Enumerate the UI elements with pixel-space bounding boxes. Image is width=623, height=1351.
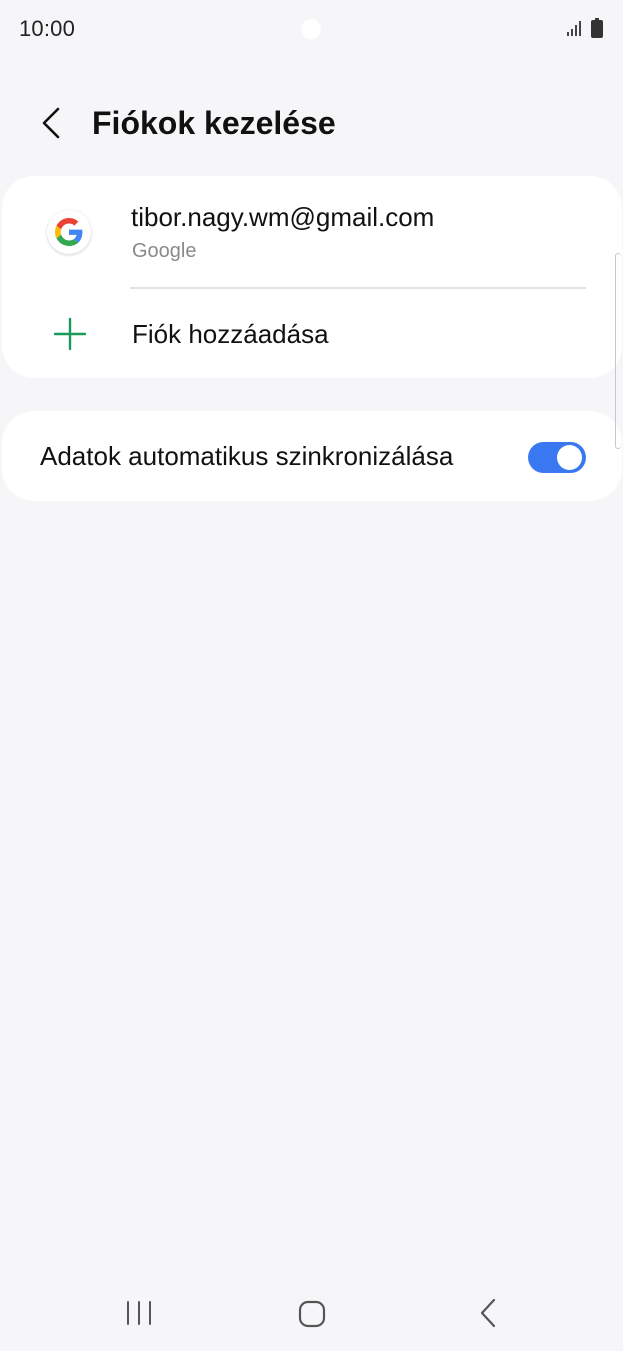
battery-icon [591,18,603,38]
page-title: Fiókok kezelése [92,105,336,141]
back-button[interactable] [30,102,72,144]
account-provider: Google [132,240,197,262]
camera-cutout [301,19,321,39]
status-bar: 10:00 [0,0,623,58]
accounts-card: tibor.nagy.wm@gmail.com Google Fiók hozz… [2,176,622,378]
toggle-knob [557,445,582,470]
google-icon [47,210,91,254]
sync-card: Adatok automatikus szinkronizálása [2,411,622,501]
account-item-google[interactable]: tibor.nagy.wm@gmail.com Google [2,176,622,288]
back-icon[interactable] [474,1296,504,1330]
home-icon[interactable] [296,1298,328,1330]
scroll-indicator[interactable] [615,253,621,449]
auto-sync-label: Adatok automatikus szinkronizálása [40,441,454,471]
signal-icon [567,21,581,36]
auto-sync-toggle[interactable] [528,442,586,473]
add-account-button[interactable]: Fiók hozzáadása [2,289,622,378]
account-email: tibor.nagy.wm@gmail.com [131,202,435,232]
chevron-left-icon [42,107,60,139]
status-time: 10:00 [19,16,76,41]
navigation-bar [0,1276,623,1351]
recents-icon[interactable] [122,1298,156,1328]
add-account-label: Fiók hozzáadása [132,319,329,349]
plus-icon [53,317,87,351]
